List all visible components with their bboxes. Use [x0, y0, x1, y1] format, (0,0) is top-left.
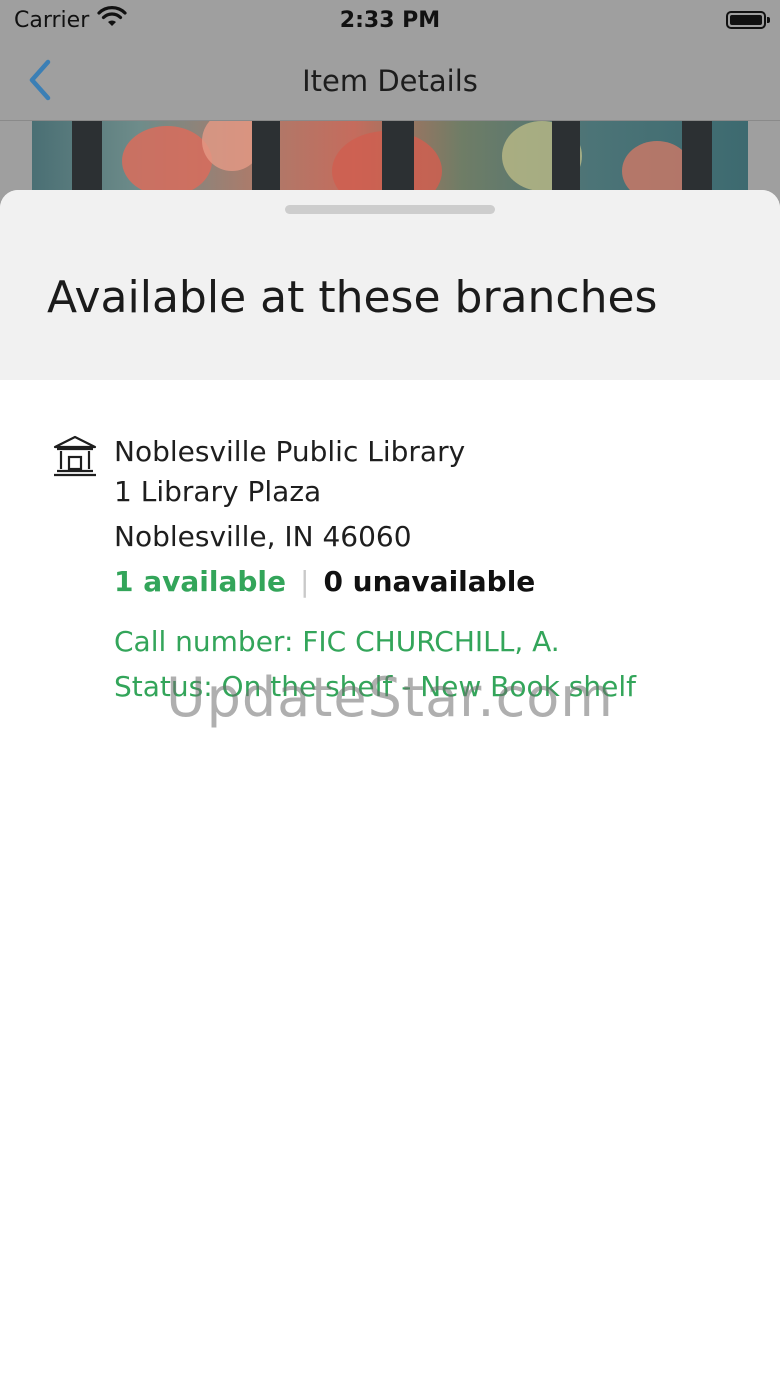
- wifi-icon: [97, 6, 127, 34]
- call-number: Call number: FIC CHURCHILL, A.: [114, 625, 560, 658]
- branch-address-line2: Noblesville, IN 46060: [114, 520, 412, 553]
- library-building-icon: [53, 435, 97, 477]
- battery-icon: [726, 11, 770, 29]
- branch-name: Noblesville Public Library: [114, 435, 466, 468]
- status-left: Carrier: [0, 6, 127, 34]
- branch-availability-sheet: Available at these branches Noblesville …: [0, 190, 780, 1387]
- page-title: Item Details: [302, 64, 478, 98]
- status-bar: Carrier 2:33 PM: [0, 0, 780, 40]
- navigation-bar: Item Details: [0, 40, 780, 121]
- shelf-status: Status: On the shelf - New Book shelf: [114, 670, 636, 703]
- availability-row: 1 available | 0 unavailable: [114, 565, 535, 598]
- carrier-label: Carrier: [14, 7, 90, 33]
- branch-address-line1: 1 Library Plaza: [114, 475, 322, 508]
- unavailable-count: 0 unavailable: [323, 565, 536, 598]
- available-count: 1 available: [114, 565, 286, 598]
- sheet-header: Available at these branches: [0, 190, 780, 380]
- sheet-title: Available at these branches: [47, 272, 658, 323]
- sheet-grabber[interactable]: [285, 205, 495, 214]
- book-cover-image: [32, 121, 748, 196]
- availability-separator: |: [300, 565, 310, 598]
